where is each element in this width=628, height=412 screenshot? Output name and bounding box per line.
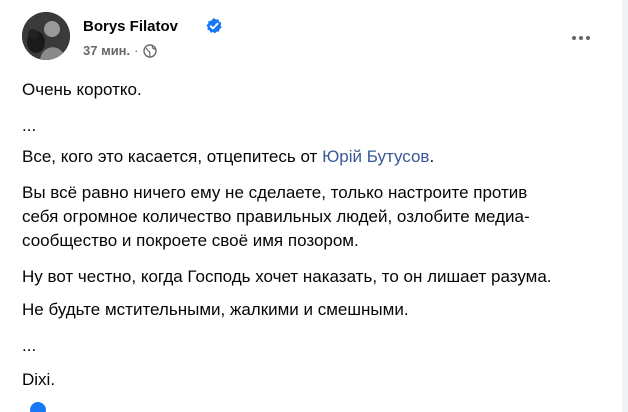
paragraph-7: ... xyxy=(22,336,37,355)
paragraph-3: Все, кого это касается, отцепитесь от Юр… xyxy=(22,145,434,169)
post-timestamp[interactable]: 37 мин. xyxy=(83,43,130,58)
paragraph-1: Очень коротко. xyxy=(22,80,142,99)
author-name[interactable]: Borys Filatov xyxy=(83,18,178,35)
globe-icon[interactable] xyxy=(142,43,157,58)
paragraph-4-line-3: сообщество и покроете своё имя позором. xyxy=(22,231,359,250)
avatar-photo xyxy=(22,12,70,60)
paragraph-4-line-2: себя огромное количество правильных люде… xyxy=(22,207,530,226)
more-options-icon[interactable] xyxy=(568,28,594,48)
paragraph-2: ... xyxy=(22,116,37,135)
paragraph-8: Dixi. xyxy=(22,370,56,389)
post-header: Borys Filatov 37 мин. · xyxy=(22,12,608,62)
post-meta: 37 мин. · xyxy=(83,43,157,58)
meta-separator: · xyxy=(134,43,139,58)
paragraph-6: Не будьте мстительными, жалкими и смешны… xyxy=(22,300,409,319)
paragraph-3-prefix: Все, кого это касается, отцепитесь от xyxy=(22,147,323,166)
paragraph-4-line-1: Вы всё равно ничего ему не сделаете, тол… xyxy=(22,183,528,202)
mention-link[interactable]: Юрій Бутусов xyxy=(322,147,429,166)
scrollbar[interactable] xyxy=(622,0,628,412)
verified-badge-icon xyxy=(206,18,222,34)
paragraph-3-suffix: . xyxy=(429,147,435,166)
author-avatar[interactable] xyxy=(22,12,70,60)
like-reaction-icon[interactable] xyxy=(30,402,46,412)
reactions-bar xyxy=(22,402,612,412)
paragraph-5: Ну вот честно, когда Господь хочет наказ… xyxy=(22,267,552,286)
